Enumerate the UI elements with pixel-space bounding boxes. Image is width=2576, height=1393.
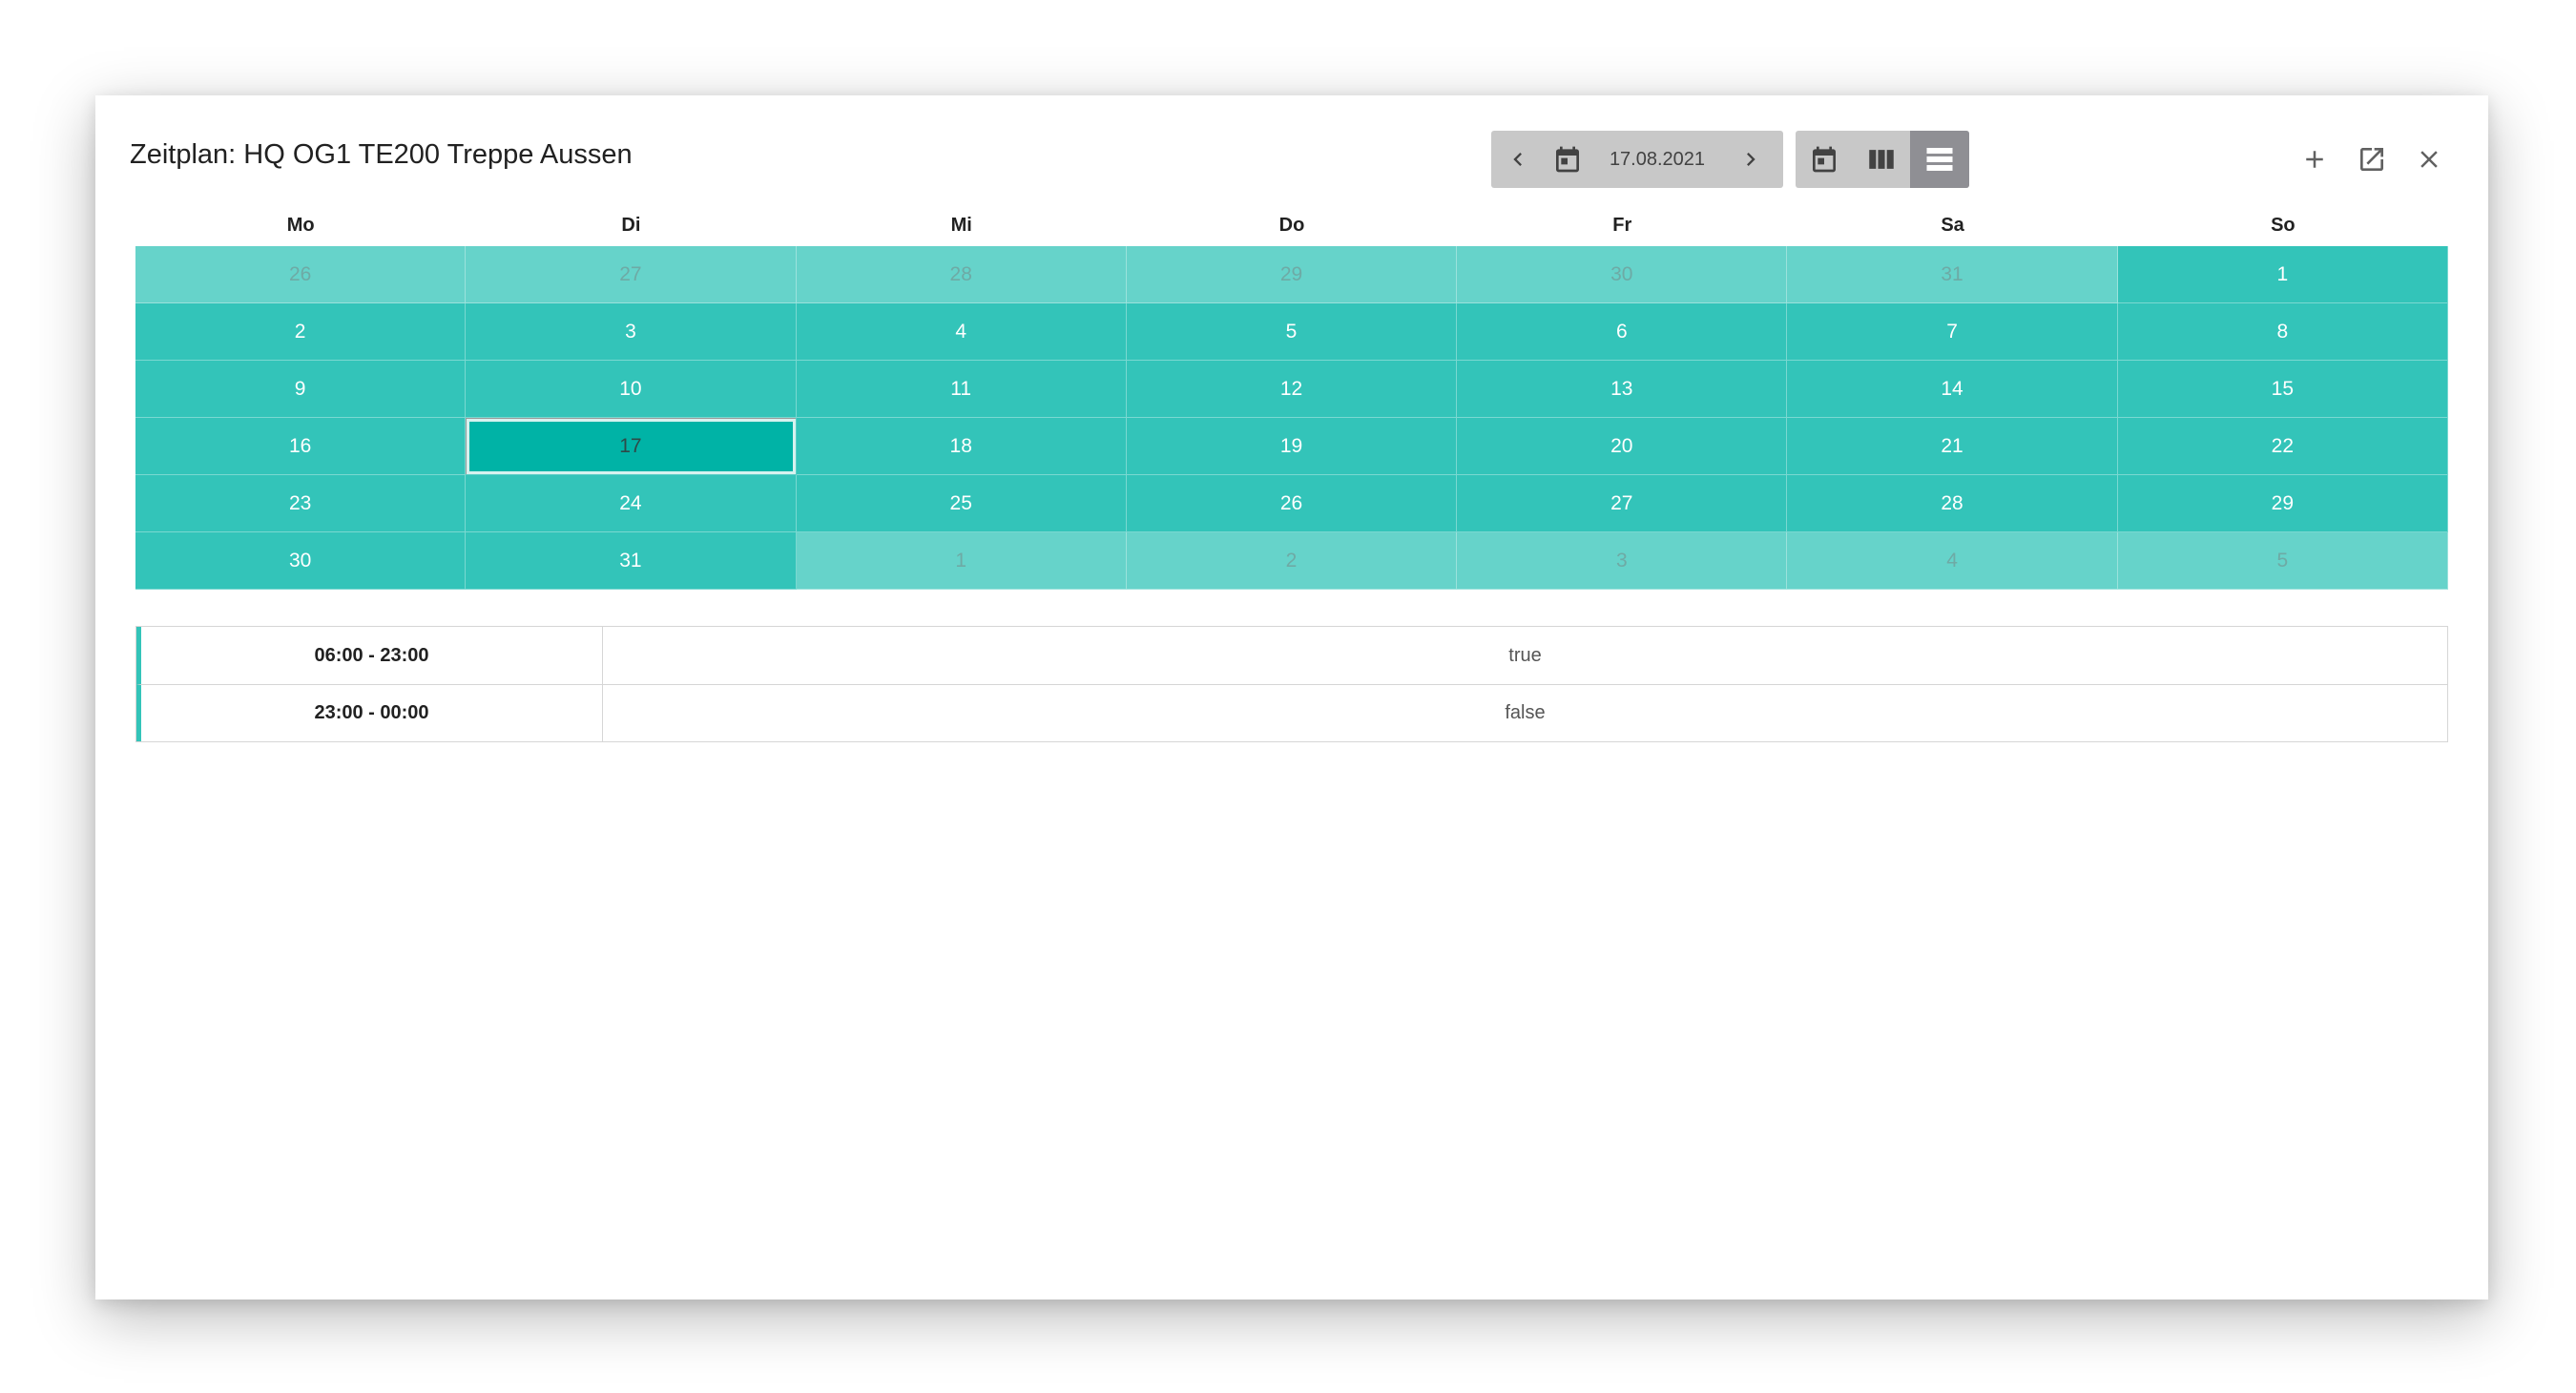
calendar-day-icon bbox=[1813, 146, 1836, 173]
view-week-button[interactable] bbox=[1853, 131, 1910, 188]
date-navigator: 17.08.2021 bbox=[1491, 131, 1783, 188]
add-button[interactable] bbox=[2290, 132, 2339, 187]
calendar-day[interactable]: 26 bbox=[1126, 475, 1458, 532]
weekday-label: Di bbox=[621, 215, 641, 236]
calendar-day[interactable]: 31 bbox=[1787, 246, 2118, 303]
calendar-day[interactable]: 16 bbox=[135, 418, 467, 475]
calendar-day[interactable]: 14 bbox=[1787, 361, 2118, 418]
calendar-day[interactable]: 29 bbox=[2117, 475, 2448, 532]
plus-icon bbox=[2306, 151, 2323, 168]
schedule-dialog: Zeitplan: HQ OG1 TE200 Treppe Aussen 17.… bbox=[95, 95, 2488, 1299]
next-button[interactable] bbox=[1724, 131, 1777, 188]
calendar-day[interactable]: 1 bbox=[2117, 246, 2448, 303]
current-date[interactable]: 17.08.2021 bbox=[1590, 149, 1724, 171]
previous-button[interactable] bbox=[1491, 131, 1545, 188]
weekday-label: Mo bbox=[286, 215, 315, 236]
calendar-day[interactable]: 30 bbox=[1457, 246, 1788, 303]
schedule-row[interactable]: 23:00 - 00:00 false bbox=[136, 684, 2447, 741]
view-list-icon bbox=[1926, 148, 1953, 171]
calendar-day[interactable]: 25 bbox=[796, 475, 1127, 532]
weekday-label: Do bbox=[1278, 215, 1305, 236]
weekday-label: Mi bbox=[950, 215, 972, 236]
schedule-time-range: 23:00 - 00:00 bbox=[141, 685, 603, 741]
calendar-day[interactable]: 2 bbox=[135, 303, 467, 361]
schedule-time-range: 06:00 - 23:00 bbox=[141, 627, 603, 684]
calendar-day[interactable]: 6 bbox=[1457, 303, 1788, 361]
schedule-value: true bbox=[1508, 644, 1542, 666]
calendar-day[interactable]: 30 bbox=[135, 532, 467, 590]
calendar-day[interactable]: 24 bbox=[466, 475, 797, 532]
view-week-icon bbox=[1869, 150, 1894, 169]
calendar-day[interactable]: 22 bbox=[2117, 418, 2448, 475]
close-icon bbox=[2420, 151, 2438, 168]
calendar-day[interactable]: 26 bbox=[135, 246, 467, 303]
calendar-day[interactable]: 20 bbox=[1457, 418, 1788, 475]
schedule-row[interactable]: 06:00 - 23:00 true bbox=[136, 627, 2447, 684]
weekday-header: Mo Di Mi Do Fr Sa So bbox=[135, 208, 2448, 242]
calendar-day[interactable]: 28 bbox=[796, 246, 1127, 303]
calendar-day[interactable]: 2 bbox=[1126, 532, 1458, 590]
dialog-actions bbox=[2290, 132, 2454, 187]
calendar-day-selected[interactable]: 17 bbox=[466, 418, 797, 475]
open-in-new-icon bbox=[2360, 148, 2383, 171]
weekday-label: Sa bbox=[1941, 215, 1964, 236]
weekday-label: So bbox=[2271, 215, 2296, 236]
date-picker-button[interactable] bbox=[1545, 131, 1590, 188]
calendar-day[interactable]: 31 bbox=[466, 532, 797, 590]
calendar-day[interactable]: 1 bbox=[796, 532, 1127, 590]
calendar-day[interactable]: 21 bbox=[1787, 418, 2118, 475]
open-in-new-button[interactable] bbox=[2347, 132, 2397, 187]
calendar-day[interactable]: 27 bbox=[466, 246, 797, 303]
calendar-day[interactable]: 13 bbox=[1457, 361, 1788, 418]
calendar-day[interactable]: 9 bbox=[135, 361, 467, 418]
view-switcher bbox=[1796, 131, 1969, 188]
calendar-day[interactable]: 18 bbox=[796, 418, 1127, 475]
calendar-day[interactable]: 4 bbox=[1787, 532, 2118, 590]
close-button[interactable] bbox=[2404, 132, 2454, 187]
calendar-day[interactable]: 19 bbox=[1126, 418, 1458, 475]
dialog-title: Zeitplan: HQ OG1 TE200 Treppe Aussen bbox=[130, 139, 633, 170]
calendar-day[interactable]: 7 bbox=[1787, 303, 2118, 361]
calendar-day[interactable]: 3 bbox=[466, 303, 797, 361]
schedule-value: false bbox=[1505, 702, 1546, 723]
calendar-day[interactable]: 12 bbox=[1126, 361, 1458, 418]
calendar-day[interactable]: 10 bbox=[466, 361, 797, 418]
calendar-day[interactable]: 23 bbox=[135, 475, 467, 532]
calendar-day[interactable]: 4 bbox=[796, 303, 1127, 361]
view-day-button[interactable] bbox=[1796, 131, 1853, 188]
calendar-day[interactable]: 8 bbox=[2117, 303, 2448, 361]
view-month-button[interactable] bbox=[1910, 131, 1969, 188]
calendar-day[interactable]: 11 bbox=[796, 361, 1127, 418]
calendar-day[interactable]: 15 bbox=[2117, 361, 2448, 418]
weekday-label: Fr bbox=[1612, 215, 1632, 236]
calendar-icon bbox=[1556, 146, 1579, 173]
calendar-day[interactable]: 27 bbox=[1457, 475, 1788, 532]
chevron-right-icon bbox=[1747, 153, 1755, 166]
calendar-day[interactable]: 28 bbox=[1787, 475, 2118, 532]
chevron-left-icon bbox=[1513, 153, 1522, 166]
calendar-day[interactable]: 3 bbox=[1457, 532, 1788, 590]
calendar-grid: 26 27 28 29 30 31 1 2 3 4 5 6 7 8 9 10 11 12 13 14 15 16 17 18 1… bbox=[135, 246, 2448, 590]
calendar-day[interactable]: 29 bbox=[1126, 246, 1458, 303]
calendar-day[interactable]: 5 bbox=[1126, 303, 1458, 361]
month-calendar: Mo Di Mi Do Fr Sa So 26 27 28 29 30 31 1 2 3 4 5 6 7… bbox=[135, 208, 2448, 590]
schedule-table: 06:00 - 23:00 true 23:00 - 00:00 false bbox=[135, 626, 2448, 742]
calendar-day[interactable]: 5 bbox=[2117, 532, 2448, 590]
